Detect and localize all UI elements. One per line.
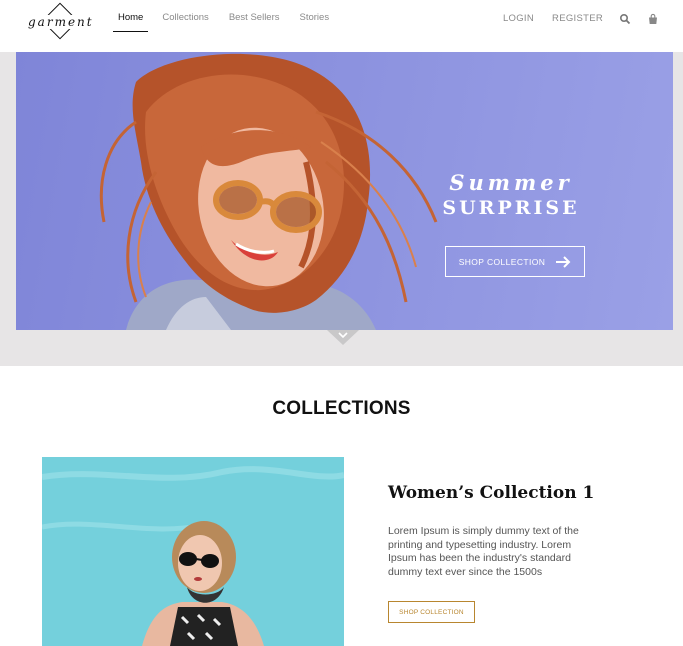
brand-logo[interactable]: garment — [28, 2, 94, 44]
collection-description: Lorem Ipsum is simply dummy text of the … — [388, 525, 579, 578]
hero-shop-collection-button[interactable]: SHOP COLLECTION — [445, 246, 585, 277]
chevron-down-icon — [338, 332, 348, 339]
collection-shop-button[interactable]: SHOP COLLECTION — [388, 601, 475, 623]
nav-link-stories[interactable]: Stories — [300, 0, 330, 40]
main-nav: Home Collections Best Sellers Stories — [113, 0, 349, 40]
womens-collection-image[interactable] — [42, 457, 344, 646]
top-navbar: garment Home Collections Best Sellers St… — [0, 0, 683, 52]
nav-link-home[interactable]: Home — [113, 0, 149, 32]
collection-model-photo — [42, 457, 344, 646]
nav-link-best-sellers[interactable]: Best Sellers — [229, 0, 280, 40]
shopping-bag-icon[interactable] — [647, 12, 659, 24]
collection-title: Women’s Collection 1 — [388, 483, 595, 503]
register-link[interactable]: REGISTER — [552, 13, 603, 24]
login-link[interactable]: LOGIN — [503, 13, 534, 24]
hero-title-line2: SURPRISE — [442, 197, 580, 219]
hero-banner: Summer SURPRISE SHOP COLLECTION — [16, 52, 673, 330]
search-icon[interactable] — [619, 12, 631, 25]
hero-title-line1: Summer — [449, 170, 573, 195]
arrow-right-icon — [556, 255, 571, 268]
hero-button-label: SHOP COLLECTION — [458, 256, 546, 267]
nav-link-collections[interactable]: Collections — [162, 0, 208, 40]
logo-text: garment — [28, 15, 94, 29]
account-nav: LOGIN REGISTER — [485, 0, 659, 36]
collections-heading: COLLECTIONS — [272, 398, 411, 419]
